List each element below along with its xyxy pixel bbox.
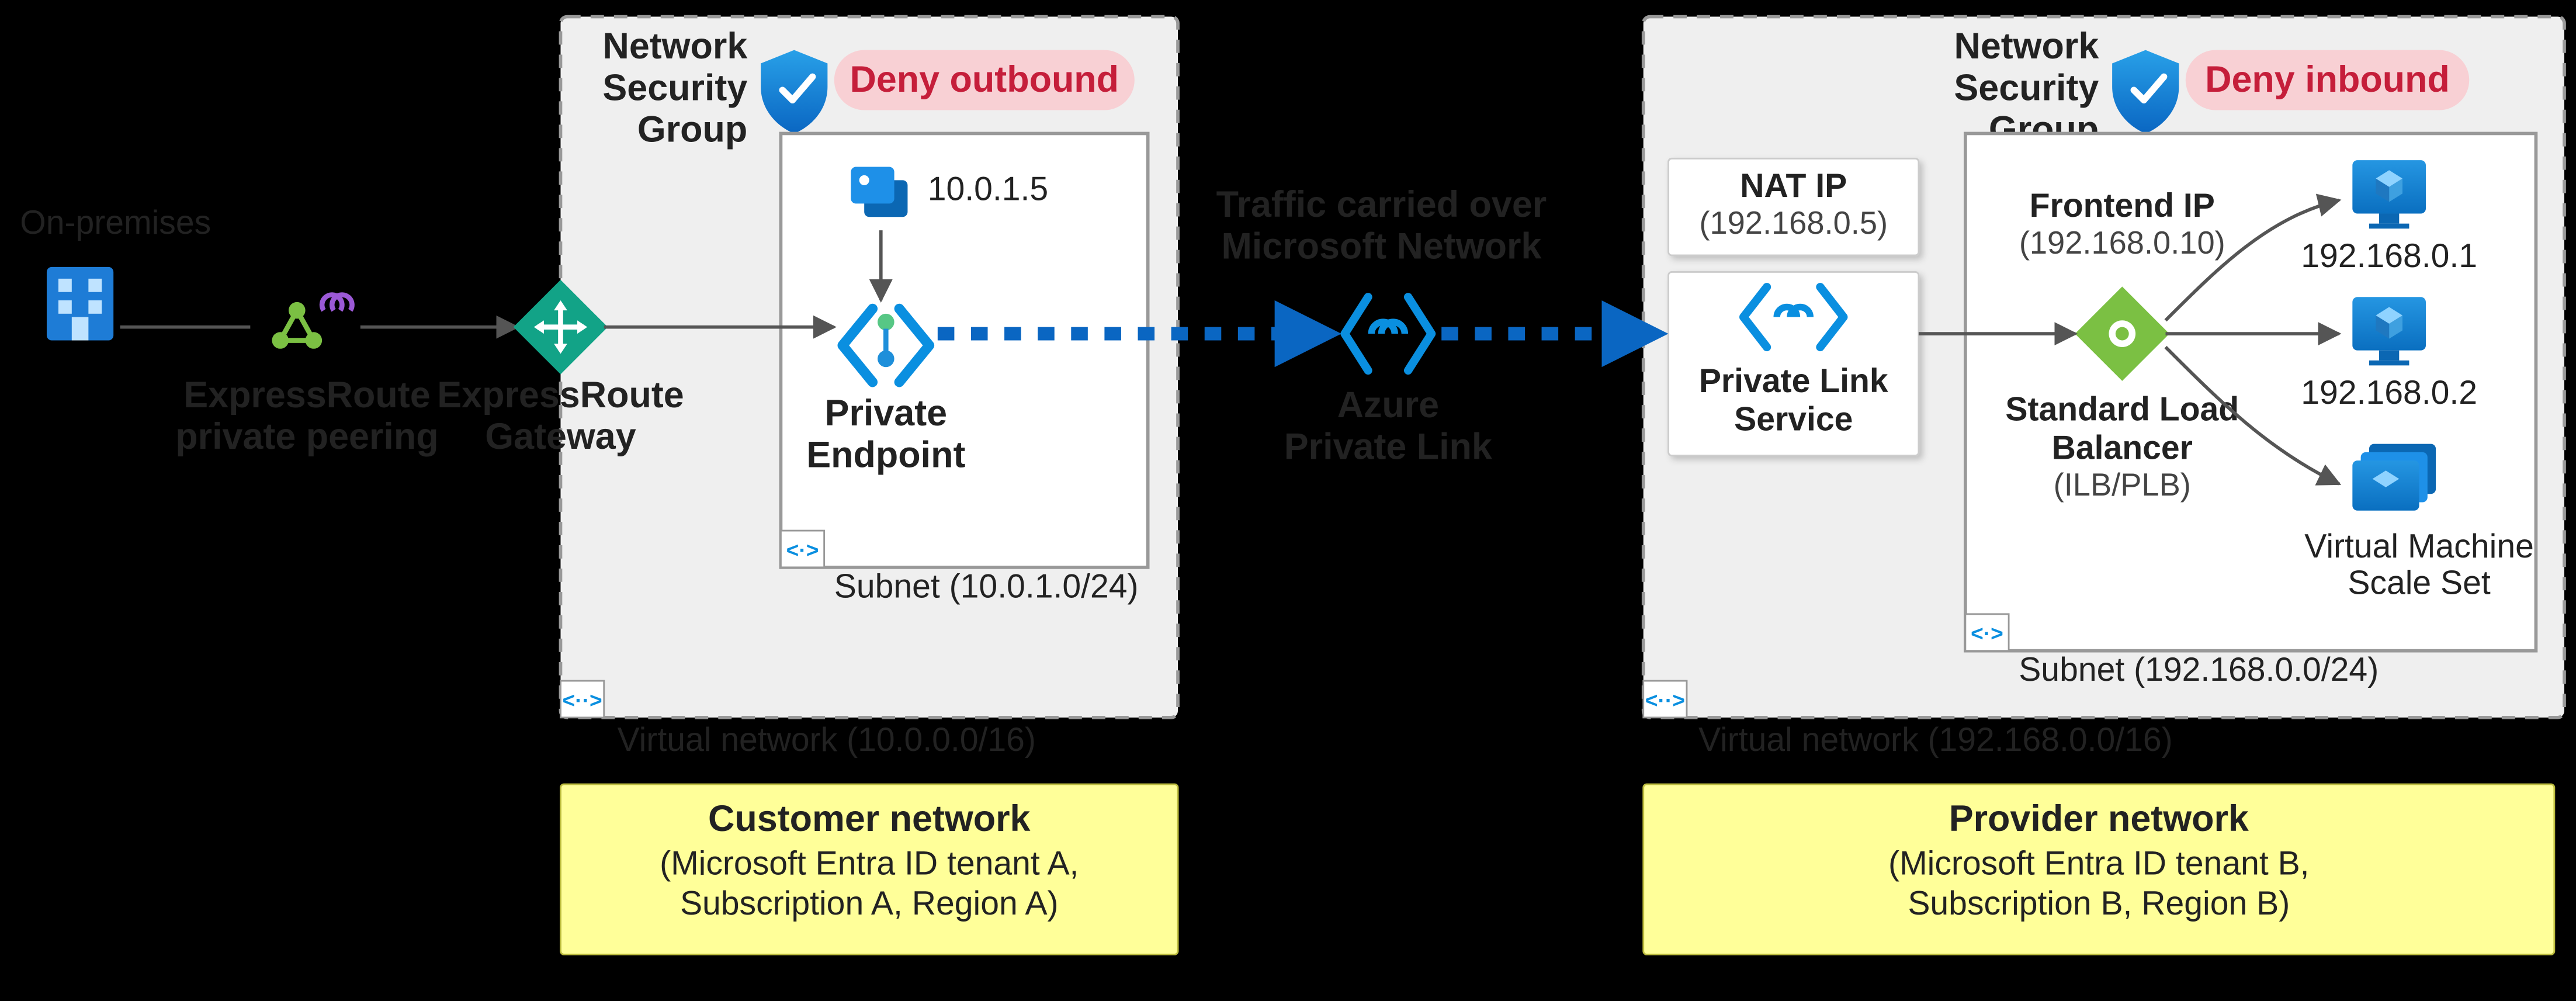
provider-subnet-label: Subnet (192.168.0.0/24) <box>2019 651 2379 688</box>
architecture-diagram: Network Security Group Deny outbound 10.… <box>0 0 2576 1001</box>
subnet-icon: <·> <box>781 531 824 567</box>
svg-text:<··>: <··> <box>1645 688 1685 712</box>
vmss-label-2: Scale Set <box>2348 564 2491 602</box>
traffic-label-1: Traffic carried over <box>1216 184 1547 225</box>
deny-outbound-label: Deny outbound <box>850 59 1119 100</box>
er-gw-label-1: ExpressRoute <box>437 375 684 415</box>
svg-text:<··>: <··> <box>563 688 602 712</box>
frontend-ip-value: (192.168.0.10) <box>2019 226 2225 261</box>
lb-label-2: Balancer <box>2052 429 2193 466</box>
vm2-ip: 192.168.0.2 <box>2301 374 2477 411</box>
customer-nsg-label-2: Security <box>602 67 747 108</box>
nic-ip-label: 10.0.1.5 <box>928 171 1048 208</box>
pl-label-1: Azure <box>1337 385 1440 425</box>
customer-box-line2: Subscription A, Region A) <box>680 885 1059 922</box>
provider-box-line1: (Microsoft Entra ID tenant B, <box>1888 844 2309 882</box>
vmss-label-1: Virtual Machine <box>2304 528 2534 565</box>
provider-nsg-label-2: Security <box>1954 67 2099 108</box>
lb-sub-label: (ILB/PLB) <box>2054 467 2191 503</box>
er-gw-label-2: Gateway <box>485 416 636 457</box>
onprem-label: On-premises <box>20 204 211 241</box>
customer-nsg-label-1: Network <box>602 26 747 67</box>
pls-label-1: Private Link <box>1699 362 1888 400</box>
building-icon <box>47 267 113 341</box>
vnet-icon: <··> <box>1644 681 1687 718</box>
customer-subnet-label: Subnet (10.0.1.0/24) <box>834 567 1139 605</box>
traffic-label-2: Microsoft Network <box>1221 226 1541 267</box>
svg-text:<·>: <·> <box>1971 621 2003 646</box>
er-peering-label-2: private peering <box>175 416 438 457</box>
nat-ip-value: (192.168.0.5) <box>1699 206 1888 241</box>
customer-box-title: Customer network <box>708 798 1031 839</box>
pls-label-2: Service <box>1734 401 1853 438</box>
pl-label-2: Private Link <box>1284 426 1492 467</box>
lb-label-1: Standard Load <box>2005 391 2239 428</box>
vmss-icon <box>2352 444 2436 511</box>
vnet-icon: <··> <box>560 681 604 718</box>
customer-vnet-label: Virtual network (10.0.0.0/16) <box>618 721 1036 758</box>
er-peering-label-1: ExpressRoute <box>183 375 430 415</box>
customer-nsg-label-3: Group <box>637 109 747 150</box>
customer-box-line1: (Microsoft Entra ID tenant A, <box>660 844 1079 882</box>
provider-box-line2: Subscription B, Region B) <box>1908 885 2290 922</box>
provider-nsg-label-1: Network <box>1954 26 2099 67</box>
azure-private-link-icon <box>1345 297 1431 370</box>
provider-box-title: Provider network <box>1949 798 2249 839</box>
pe-label-1: Private <box>825 393 948 434</box>
deny-inbound-label: Deny inbound <box>2205 59 2450 100</box>
provider-vnet-label: Virtual network (192.168.0.0/16) <box>1698 721 2173 758</box>
nat-ip-label: NAT IP <box>1740 167 1847 205</box>
expressroute-peering-icon <box>272 295 352 349</box>
svg-text:<·>: <·> <box>786 538 819 562</box>
pe-label-2: Endpoint <box>806 435 965 476</box>
subnet-icon: <·> <box>1965 614 2009 651</box>
vm1-ip: 192.168.0.1 <box>2301 237 2477 275</box>
frontend-ip-label: Frontend IP <box>2030 187 2215 224</box>
